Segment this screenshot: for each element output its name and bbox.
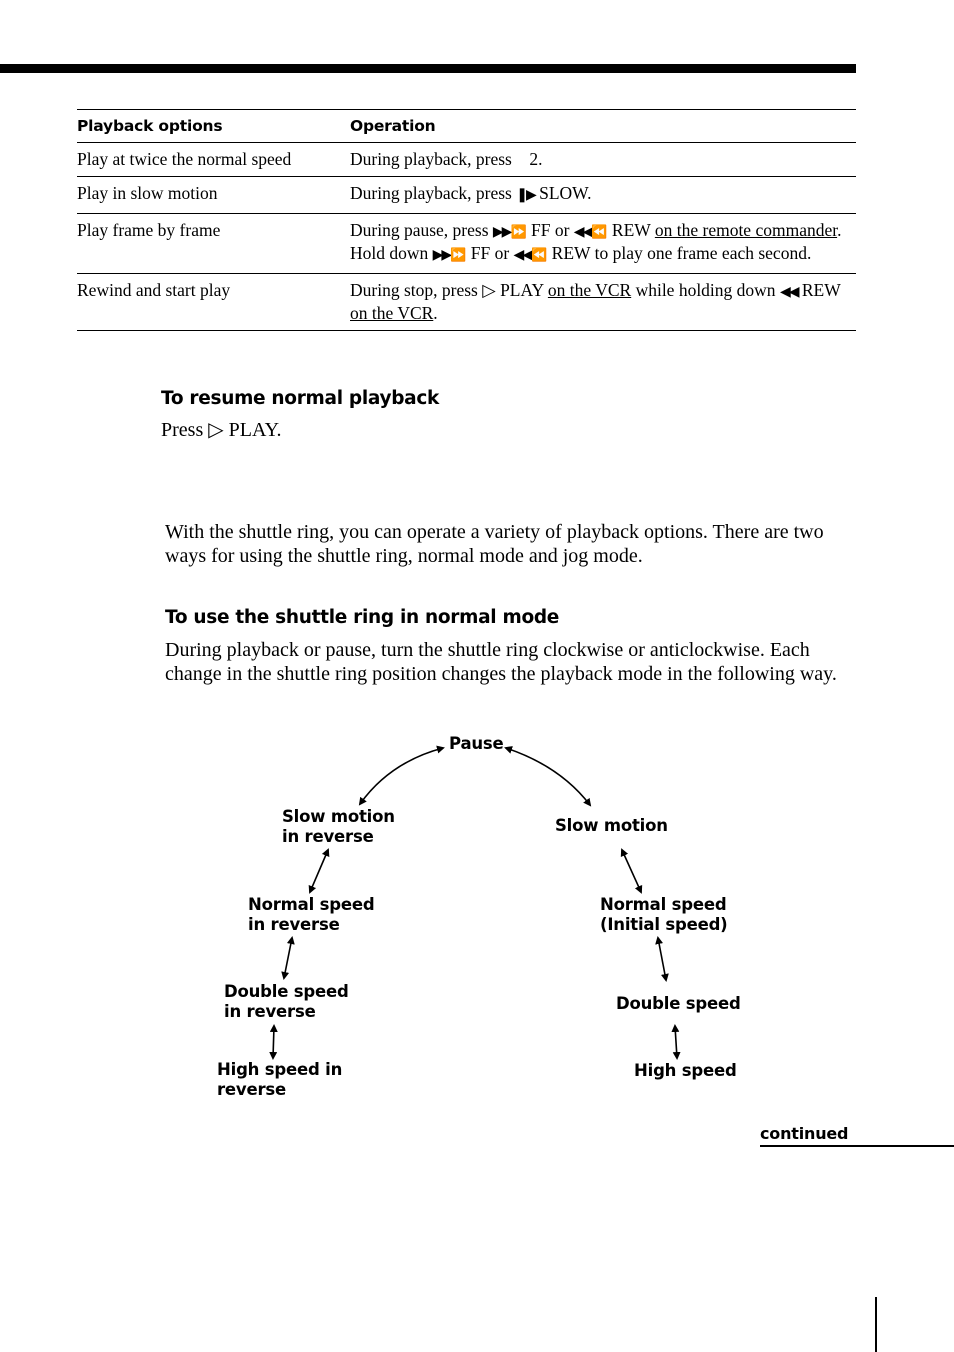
fast-forward-circle-icon: ⏩: [450, 247, 467, 262]
resume-heading: To resume normal playback: [161, 388, 440, 409]
table-row: Rewind and start play During stop, press…: [77, 274, 856, 331]
mode-normal-forward: Normal speed (Initial speed): [600, 895, 728, 934]
rewind-icon: ◀◀: [779, 285, 799, 300]
mode-high-reverse: High speed in reverse: [217, 1060, 343, 1099]
continued-rule: [760, 1145, 954, 1147]
rewind-icon: ◀◀: [573, 225, 593, 240]
mode-high-forward: High speed: [634, 1061, 737, 1080]
vcr-ref: on the VCR: [350, 303, 434, 323]
mode-pause: Pause: [449, 734, 504, 753]
arrow-rev-3: [269, 1024, 278, 1060]
continued-label: continued: [760, 1124, 849, 1143]
slow-icon: ❚▶: [516, 188, 536, 203]
column-header-operation: Operation: [350, 117, 436, 135]
option-cell: Play at twice the normal speed: [77, 149, 292, 169]
rewind-circle-icon: ⏪: [591, 224, 608, 239]
normal-mode-heading: To use the shuttle ring in normal mode: [165, 607, 560, 628]
resume-text: Press ▷ PLAY.: [161, 419, 282, 441]
play-icon: ▷: [208, 419, 224, 441]
arrow-rev-1: [308, 848, 330, 894]
normal-mode-text: During playback or pause, turn the shutt…: [165, 639, 837, 685]
mode-normal-reverse: Normal speed in reverse: [248, 895, 375, 934]
table-row: Play at twice the normal speed During pl…: [77, 143, 856, 177]
page-margin-rule: [875, 1297, 877, 1352]
table-row: Play in slow motion During playback, pre…: [77, 177, 856, 214]
shuttle-intro: With the shuttle ring, you can operate a…: [165, 521, 824, 567]
mode-double-forward: Double speed: [616, 994, 741, 1013]
fast-forward-icon: ▶▶: [432, 248, 452, 263]
remote-commander-ref: on the remote commander: [654, 220, 838, 240]
arrow-rev-2: [281, 936, 295, 980]
table-row: Play frame by frame During pause, press …: [77, 214, 856, 274]
fast-forward-icon: ▶▶: [492, 225, 512, 240]
header-rule: [0, 64, 856, 73]
arrow-fwd-3: [671, 1024, 681, 1060]
option-cell: Play in slow motion: [77, 183, 218, 203]
play-icon: ▷: [482, 280, 496, 300]
vcr-ref: on the VCR: [547, 280, 632, 300]
rewind-icon: ◀◀: [513, 248, 533, 263]
arrow-fwd-2: [655, 936, 669, 982]
table-header-row: Playback options Operation: [77, 109, 856, 143]
operation-cell: During playback, press ❚▶ SLOW.: [350, 183, 592, 203]
arrow-pause-slow-forward: [504, 746, 592, 807]
option-cell: Play frame by frame: [77, 220, 221, 240]
operation-cell: During pause, press ▶▶⏩ FF or ◀◀⏪ REW on…: [350, 220, 842, 263]
rewind-circle-icon: ⏪: [531, 247, 548, 262]
fast-forward-circle-icon: ⏩: [510, 224, 527, 239]
operation-cell: During playback, press 2.: [350, 149, 543, 169]
playback-options-table: Playback options Operation Play at twice…: [77, 109, 856, 331]
option-cell: Rewind and start play: [77, 280, 231, 300]
mode-slow-reverse: Slow motion in reverse: [282, 807, 395, 846]
mode-slow-forward: Slow motion: [555, 816, 668, 835]
speed-2-key: 2: [529, 149, 539, 169]
column-header-options: Playback options: [77, 117, 223, 135]
operation-cell: During stop, press ▷ PLAY on the VCR whi…: [350, 280, 841, 323]
arrow-pause-slow-reverse: [358, 745, 445, 806]
arrow-fwd-1: [620, 848, 643, 894]
mode-double-reverse: Double speed in reverse: [224, 982, 349, 1021]
